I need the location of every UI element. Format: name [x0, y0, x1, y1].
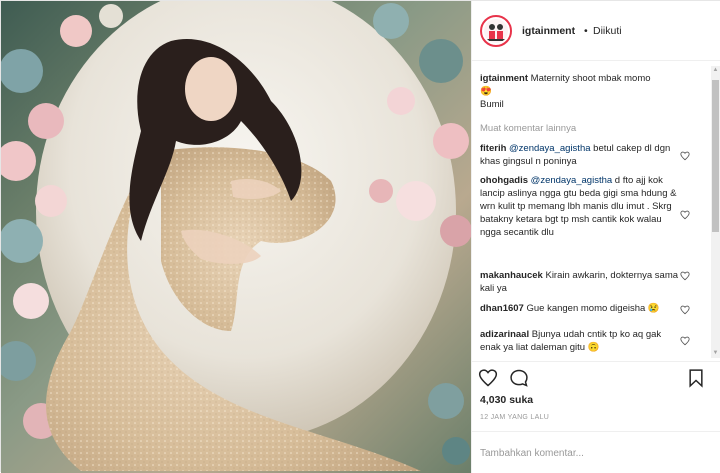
- comment-mention[interactable]: @zendaya_agistha: [509, 143, 590, 154]
- small-heart-icon[interactable]: [680, 336, 690, 346]
- small-heart-icon[interactable]: [680, 210, 690, 220]
- post-photo[interactable]: [1, 1, 471, 473]
- post-header: igtainment • Diikuti: [472, 1, 720, 61]
- small-heart-icon[interactable]: [680, 151, 690, 161]
- comment-item: adizarinaal Bjunya udah cntik tp ko aq g…: [480, 328, 680, 354]
- comment-item: ohohgadis @zendaya_agistha d fto ajj kok…: [480, 174, 680, 239]
- scroll-up-arrow-icon[interactable]: ▲: [711, 66, 720, 75]
- caption: igtainment Maternity shoot mbak momo 😍 B…: [480, 72, 680, 111]
- post-timestamp[interactable]: 12 JAM YANG LALU: [480, 414, 549, 421]
- igtainment-logo-icon: [484, 19, 508, 43]
- caption-line2: Bumil: [480, 99, 504, 110]
- comments-scrollbar[interactable]: ▲ ▼: [711, 66, 720, 358]
- comment-item: fiterih @zendaya_agistha betul cakep dl …: [480, 142, 680, 168]
- comment-text: Gue kangen momo digeisha 😢: [523, 303, 660, 314]
- caption-text: Maternity shoot mbak momo: [530, 73, 651, 84]
- avatar[interactable]: [480, 15, 512, 47]
- like-count[interactable]: 4,030 suka: [480, 394, 533, 406]
- action-bar: [472, 361, 720, 393]
- load-more-comments-link[interactable]: Muat komentar lainnya: [480, 123, 576, 134]
- header-username[interactable]: igtainment: [522, 25, 575, 37]
- small-heart-icon[interactable]: [680, 305, 690, 315]
- comment-username[interactable]: adizarinaal: [480, 329, 529, 340]
- comment-bubble-icon[interactable]: [509, 368, 529, 388]
- scroll-down-arrow-icon[interactable]: ▼: [711, 349, 720, 358]
- comment-mention[interactable]: @zendaya_agistha: [531, 175, 612, 186]
- follow-status-button[interactable]: Diikuti: [593, 25, 622, 37]
- caption-username[interactable]: igtainment: [480, 73, 528, 84]
- comment-item: dhan1607 Gue kangen momo digeisha 😢: [480, 302, 680, 315]
- separator-dot: •: [584, 25, 588, 37]
- comment-input[interactable]: [480, 444, 680, 462]
- comment-username[interactable]: dhan1607: [480, 303, 524, 314]
- comment-username[interactable]: fiterih: [480, 143, 506, 154]
- post-sidebar: igtainment • Diikuti igtainment Maternit…: [471, 1, 720, 473]
- comments-section: igtainment Maternity shoot mbak momo 😍 B…: [472, 62, 720, 361]
- add-comment-bar: [472, 431, 720, 473]
- instagram-post: igtainment • Diikuti igtainment Maternit…: [0, 0, 720, 473]
- maternity-photo-illustration: [1, 1, 471, 471]
- comment-username[interactable]: makanhaucek: [480, 270, 543, 281]
- bookmark-icon[interactable]: [686, 368, 706, 388]
- scrollbar-thumb[interactable]: [712, 80, 719, 232]
- comment-item: makanhaucek Kirain awkarin, dokternya sa…: [480, 269, 680, 295]
- small-heart-icon[interactable]: [680, 271, 690, 281]
- heart-icon[interactable]: [478, 368, 498, 388]
- caption-emoji: 😍: [480, 86, 492, 97]
- comment-username[interactable]: ohohgadis: [480, 175, 528, 186]
